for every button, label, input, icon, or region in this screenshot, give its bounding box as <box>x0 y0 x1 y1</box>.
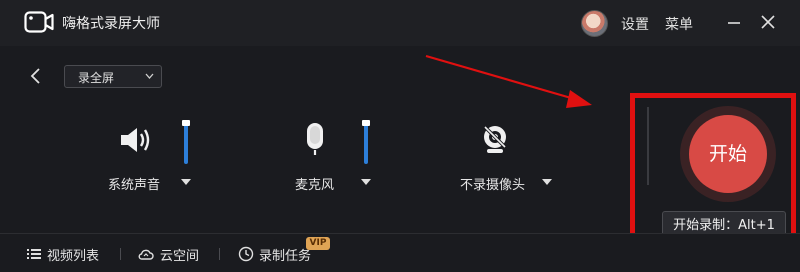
microphone-volume-slider[interactable] <box>362 120 370 164</box>
microphone-label[interactable]: 麦克风 <box>295 174 334 193</box>
menu-button[interactable]: 菜单 <box>665 14 693 34</box>
annotation-highlight-box <box>630 93 796 253</box>
close-icon[interactable] <box>758 12 778 32</box>
record-mode-value: 录全屏 <box>78 71 115 85</box>
caret-down-icon[interactable] <box>181 179 191 185</box>
system-volume-slider[interactable] <box>182 120 190 164</box>
divider <box>219 248 220 260</box>
video-list-link[interactable]: 视频列表 <box>47 245 99 264</box>
bottom-bar: 视频列表 云空间 录制任务 <box>0 233 800 272</box>
record-task-link[interactable]: 录制任务 <box>259 245 311 264</box>
camera-label[interactable]: 不录摄像头 <box>460 174 525 193</box>
minimize-icon[interactable] <box>724 12 744 32</box>
caret-down-icon[interactable] <box>361 179 371 185</box>
cloud-icon <box>138 249 154 260</box>
app-logo-icon <box>24 11 54 33</box>
app-title: 嗨格式录屏大师 <box>62 16 160 32</box>
system-sound-label[interactable]: 系统声音 <box>108 174 160 193</box>
caret-down-icon[interactable] <box>542 179 552 185</box>
microphone-icon[interactable] <box>304 122 326 156</box>
chevron-down-icon <box>145 73 154 79</box>
clock-icon <box>238 246 254 262</box>
avatar[interactable] <box>581 10 608 37</box>
speaker-icon[interactable] <box>118 126 154 154</box>
divider <box>120 248 121 260</box>
title-bar: 嗨格式录屏大师 设置 菜单 <box>0 0 800 46</box>
camera-off-icon[interactable] <box>481 124 509 156</box>
back-arrow-icon[interactable] <box>26 66 46 86</box>
record-mode-select[interactable]: 录全屏 <box>64 65 162 88</box>
annotation-arrow-icon <box>425 54 592 108</box>
list-icon <box>27 249 41 259</box>
settings-button[interactable]: 设置 <box>621 14 649 34</box>
cloud-space-link[interactable]: 云空间 <box>160 245 199 264</box>
vip-badge: VIP <box>306 237 330 250</box>
